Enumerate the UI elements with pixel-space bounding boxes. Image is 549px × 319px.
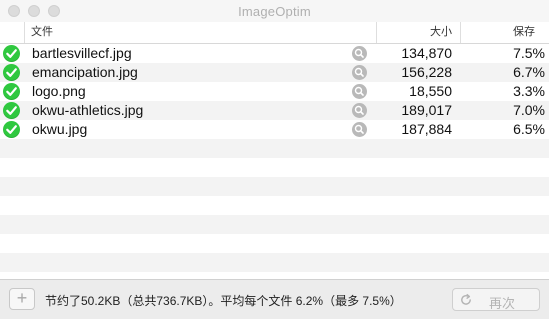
savings-summary: 节约了50.2KB（总共736.7KB）。平均每个文件 6.2%（最多 7.5%… xyxy=(45,294,402,308)
magnifier-icon[interactable] xyxy=(352,122,367,137)
checkmark-circle-icon xyxy=(3,64,20,81)
file-size: 156,228 xyxy=(401,64,452,80)
column-header-savings[interactable]: 保存 xyxy=(460,22,549,43)
file-savings: 6.5% xyxy=(513,121,545,137)
file-list: bartlesvillecf.jpg 134,870 7.5% emancipa… xyxy=(0,44,549,279)
title-bar: ImageOptim xyxy=(0,0,549,22)
file-name: emancipation.jpg xyxy=(32,64,138,80)
retry-label: 再次 xyxy=(489,296,516,311)
magnifier-icon[interactable] xyxy=(352,84,367,99)
file-name: bartlesvillecf.jpg xyxy=(32,45,132,61)
magnifier-icon[interactable] xyxy=(352,103,367,118)
empty-row xyxy=(0,158,549,177)
file-name: logo.png xyxy=(32,83,86,99)
column-header-size[interactable]: 大小 xyxy=(376,22,460,43)
file-savings: 7.0% xyxy=(513,102,545,118)
file-size: 187,884 xyxy=(401,121,452,137)
window-title: ImageOptim xyxy=(238,4,311,19)
file-savings: 7.5% xyxy=(513,45,545,61)
table-row[interactable]: logo.png 18,550 3.3% xyxy=(0,82,549,101)
checkmark-circle-icon xyxy=(3,45,20,62)
empty-row xyxy=(0,177,549,196)
table-row[interactable]: emancipation.jpg 156,228 6.7% xyxy=(0,63,549,82)
table-header: 文件 大小 保存 xyxy=(0,22,549,44)
empty-row xyxy=(0,215,549,234)
retry-button[interactable]: 再次 xyxy=(452,288,540,311)
empty-row xyxy=(0,272,549,279)
empty-row xyxy=(0,253,549,272)
file-size: 18,550 xyxy=(409,83,452,99)
checkmark-circle-icon xyxy=(3,83,20,100)
imageoptim-window: ImageOptim 文件 大小 保存 bartlesvillecf.jpg 1… xyxy=(0,0,549,319)
file-name: okwu-athletics.jpg xyxy=(32,102,144,118)
empty-row xyxy=(0,139,549,158)
file-size: 189,017 xyxy=(401,102,452,118)
checkmark-circle-icon xyxy=(3,102,20,119)
status-bar: + 节约了50.2KB（总共736.7KB）。平均每个文件 6.2%（最多 7.… xyxy=(0,279,549,319)
table-row[interactable]: bartlesvillecf.jpg 134,870 7.5% xyxy=(0,44,549,63)
empty-row xyxy=(0,196,549,215)
table-row[interactable]: okwu.jpg 187,884 6.5% xyxy=(0,120,549,139)
table-row[interactable]: okwu-athletics.jpg 189,017 7.0% xyxy=(0,101,549,120)
magnifier-icon[interactable] xyxy=(352,46,367,61)
file-name: okwu.jpg xyxy=(32,121,88,137)
column-header-file[interactable]: 文件 xyxy=(24,22,376,43)
file-size: 134,870 xyxy=(401,45,452,61)
magnifier-icon[interactable] xyxy=(352,65,367,80)
empty-row xyxy=(0,234,549,253)
add-files-button[interactable]: + xyxy=(9,288,35,310)
file-savings: 6.7% xyxy=(513,64,545,80)
checkmark-circle-icon xyxy=(3,121,20,138)
refresh-icon xyxy=(459,293,473,307)
file-savings: 3.3% xyxy=(513,83,545,99)
